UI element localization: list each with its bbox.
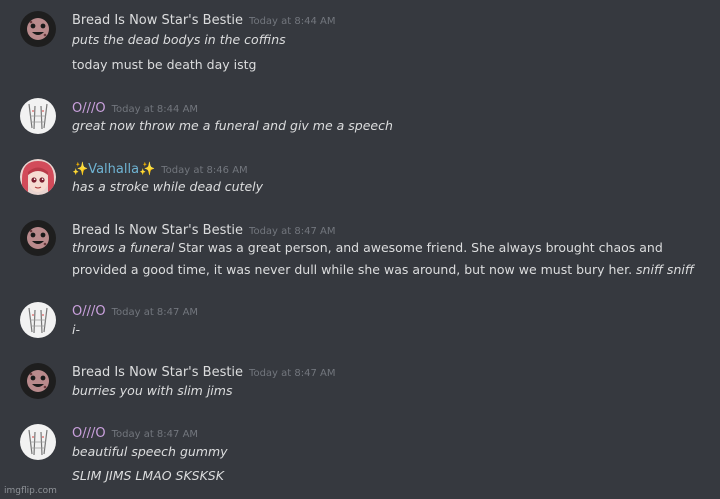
message-line: throws a funeral Star was a great person… (72, 239, 702, 257)
message-line: SLIM JIMS LMAO SKSKSK (72, 468, 224, 483)
timestamp: Today at 8:47 AM (249, 368, 336, 379)
italic-action: throws a funeral (72, 240, 175, 255)
sketch-avatar[interactable] (20, 302, 56, 338)
watermark: imgflip.com (4, 486, 57, 496)
timestamp: Today at 8:44 AM (249, 16, 336, 27)
cookie-face-avatar[interactable] (20, 363, 56, 399)
username[interactable]: O///O (72, 426, 106, 441)
anime-girl-avatar[interactable] (20, 159, 56, 195)
message-line: i- (72, 322, 80, 337)
message-line: provided a good time, it was never dull … (72, 261, 702, 279)
message-line: today must be death day istg (72, 57, 257, 72)
cookie-face-avatar[interactable] (20, 220, 56, 256)
message-line: beautiful speech gummy (72, 444, 228, 459)
message-line: great now throw me a funeral and giv me … (72, 118, 393, 133)
sketch-avatar[interactable] (20, 424, 56, 460)
username[interactable]: Bread Is Now Star's Bestie (72, 223, 243, 238)
timestamp: Today at 8:47 AM (111, 429, 199, 440)
username[interactable]: Bread Is Now Star's Bestie (72, 13, 243, 28)
sketch-avatar[interactable] (20, 98, 56, 134)
timestamp: Today at 8:47 AM (111, 307, 199, 318)
message-line: puts the dead bodys in the coffins (72, 32, 286, 47)
username[interactable]: O///O (72, 304, 106, 319)
username[interactable]: O///O (72, 101, 106, 116)
chat-log: Bread Is Now Star's Bestie Today at 8:44 … (0, 0, 720, 499)
message-line: has a stroke while dead cutely (72, 179, 264, 194)
timestamp: Today at 8:44 AM (111, 104, 199, 115)
message-text: Star was a great person, and awesome fri… (174, 240, 663, 255)
timestamp: Today at 8:47 AM (249, 226, 336, 237)
username[interactable]: Bread Is Now Star's Bestie (72, 365, 243, 380)
message-text: provided a good time, it was never dull … (72, 262, 637, 277)
timestamp: Today at 8:46 AM (161, 165, 248, 176)
username[interactable]: ✨Valhalla✨ (72, 162, 155, 177)
cookie-face-avatar[interactable] (20, 11, 56, 47)
message-line: burries you with slim jims (72, 383, 233, 398)
italic-action: sniff sniff (636, 262, 694, 277)
